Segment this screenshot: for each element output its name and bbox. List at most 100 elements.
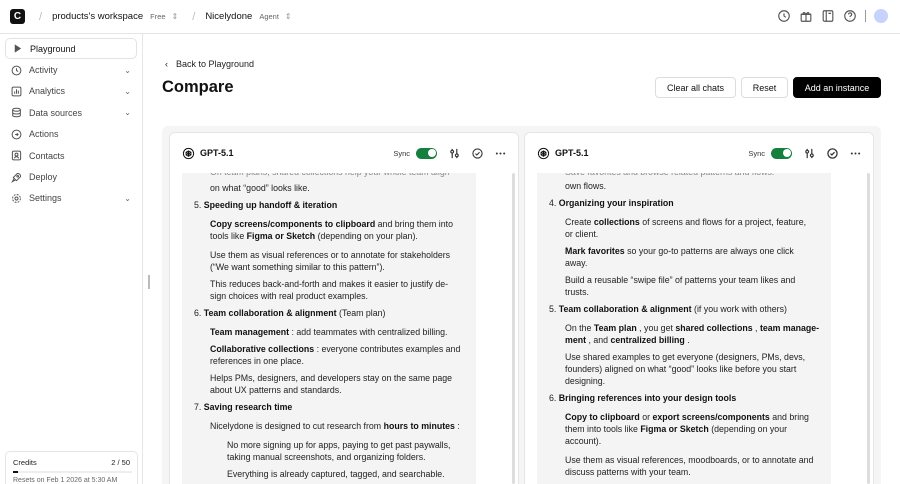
sidebar-item-label: Data sources xyxy=(29,107,83,118)
message-line: trusts. xyxy=(565,287,589,297)
message-line: Collaborative collections : everyone con… xyxy=(210,344,461,354)
panel-header: GPT-5.1 Sync xyxy=(170,133,518,173)
message-line: (“We want something similar to this patt… xyxy=(210,262,385,272)
scrollbar[interactable] xyxy=(512,173,515,484)
message-line: Use them as visual references, moodboard… xyxy=(565,455,814,465)
sidebar-item-activity[interactable]: Activity ⌄ xyxy=(5,59,137,80)
model-name[interactable]: GPT-5.1 xyxy=(555,148,589,158)
gift-icon[interactable] xyxy=(799,9,813,23)
settings-sliders-icon[interactable] xyxy=(449,148,460,159)
workspace-switcher-icon[interactable]: ⇕ xyxy=(172,12,179,21)
message-line: 6. Team collaboration & alignment (Team … xyxy=(194,308,386,318)
avatar[interactable] xyxy=(874,9,888,23)
page-title: Compare xyxy=(162,78,234,96)
message-line: Build a reusable “swipe file” of pattern… xyxy=(565,275,796,285)
workspace-plan-badge: Free xyxy=(150,12,166,21)
message-line: on what “good” looks like. xyxy=(210,183,310,193)
message-line-partial: Save favorites and browse related patter… xyxy=(565,173,774,178)
chevron-down-icon[interactable]: ⌄ xyxy=(124,108,131,117)
more-options-icon[interactable] xyxy=(495,148,506,159)
sidebar-item-contacts[interactable]: Contacts xyxy=(5,145,137,166)
breadcrumb-separator: / xyxy=(192,10,196,23)
message-line: references in one place. xyxy=(210,356,304,366)
message-line: Create collections of screens and flows … xyxy=(565,217,807,227)
workspace-name[interactable]: products's workspace xyxy=(52,11,143,22)
message-line: tools like Figma or Sketch (depending on… xyxy=(210,231,418,241)
chevron-down-icon[interactable]: ⌄ xyxy=(124,194,131,203)
project-switcher-icon[interactable]: ⇕ xyxy=(285,12,292,21)
chat-panel-1: GPT-5.1 Sync On team plans, shared colle… xyxy=(169,132,519,484)
rocket-icon xyxy=(11,172,22,183)
message-line: them into tools like Figma or Sketch (de… xyxy=(565,424,788,434)
history-icon[interactable] xyxy=(777,9,791,23)
reset-button[interactable]: Reset xyxy=(741,77,788,98)
message-line: 4. Organizing your inspiration xyxy=(549,198,674,208)
actions-icon xyxy=(11,129,22,140)
settings-sliders-icon[interactable] xyxy=(804,148,815,159)
back-link[interactable]: ‹ Back to Playground xyxy=(165,59,254,69)
message-line: own flows. xyxy=(565,181,607,191)
app-logo[interactable]: C xyxy=(10,9,25,24)
sidebar-item-actions[interactable]: Actions xyxy=(5,124,137,145)
chat-content: Save favorites and browse related patter… xyxy=(537,173,831,484)
sync-toggle[interactable] xyxy=(416,147,437,159)
project-type-badge: Agent xyxy=(259,12,279,21)
message-line: taking manual screenshots, and organizin… xyxy=(227,452,426,462)
divider xyxy=(865,10,866,22)
sync-toggle[interactable] xyxy=(771,147,792,159)
sidebar-item-analytics[interactable]: Analytics ⌄ xyxy=(5,81,137,102)
message-line: Use shared examples to get everyone (des… xyxy=(565,352,806,362)
play-icon xyxy=(12,43,23,54)
chat-content: On team plans, shared collections help y… xyxy=(182,173,476,484)
message-line: account). xyxy=(565,436,602,446)
credits-label: Credits xyxy=(13,458,37,467)
sidebar: Playground Activity ⌄ Analytics ⌄ Data source… xyxy=(0,34,143,484)
sidebar-item-settings[interactable]: Settings ⌄ xyxy=(5,188,137,209)
clear-all-chats-button[interactable]: Clear all chats xyxy=(655,77,736,98)
chevron-down-icon[interactable]: ⌄ xyxy=(124,66,131,75)
check-circle-icon[interactable] xyxy=(827,147,838,159)
credits-reset-text: Resets on Feb 1 2026 at 5:30 AM xyxy=(13,477,118,484)
breadcrumb-separator: / xyxy=(39,10,43,23)
message-line: Everything is already captured, tagged, … xyxy=(227,469,445,479)
project-name[interactable]: Nicelydone xyxy=(205,11,252,22)
compare-area: GPT-5.1 Sync On team plans, shared colle… xyxy=(162,126,881,484)
message-line: designing. xyxy=(565,376,606,386)
message-line: 5. Team collaboration & alignment (if yo… xyxy=(549,304,787,314)
credits-progress-bar xyxy=(13,471,132,473)
chat-panel-2: GPT-5.1 Sync Save favorites and browse r… xyxy=(524,132,874,484)
message-line-partial: On team plans, shared collections help y… xyxy=(210,173,450,178)
add-instance-button[interactable]: Add an instance xyxy=(793,77,881,98)
message-line: away. xyxy=(565,258,588,268)
sidebar-item-data-sources[interactable]: Data sources ⌄ xyxy=(5,102,137,123)
help-icon[interactable] xyxy=(843,9,857,23)
main-content: ‹ Back to Playground Compare Clear all c… xyxy=(143,34,900,484)
message-line: Nicelydone is designed to cut research f… xyxy=(210,421,460,431)
sidebar-item-playground[interactable]: Playground xyxy=(5,38,137,60)
chevron-down-icon[interactable]: ⌄ xyxy=(124,87,131,96)
message-line: 7. Saving research time xyxy=(194,402,293,412)
openai-icon xyxy=(537,147,550,160)
sidebar-item-label: Analytics xyxy=(29,86,66,97)
message-line: On the Team plan , you get shared collec… xyxy=(565,323,820,333)
contacts-icon xyxy=(11,150,22,161)
credits-card: Credits 2 / 50 Resets on Feb 1 2026 at 5… xyxy=(5,451,138,484)
book-icon[interactable] xyxy=(821,9,835,23)
check-circle-icon[interactable] xyxy=(472,147,483,159)
model-name[interactable]: GPT-5.1 xyxy=(200,148,234,158)
sync-control: Sync xyxy=(393,147,437,159)
credits-value: 2 / 50 xyxy=(111,458,130,467)
chart-icon xyxy=(11,86,22,97)
credits-progress-fill xyxy=(13,471,18,473)
message-line: Team management : add teammates with cen… xyxy=(210,327,448,337)
more-options-icon[interactable] xyxy=(850,148,861,159)
sidebar-item-deploy[interactable]: Deploy xyxy=(5,166,137,187)
gear-icon xyxy=(11,193,22,204)
sync-label: Sync xyxy=(393,148,410,158)
message-line: Copy to clipboard or export screens/comp… xyxy=(565,412,809,422)
message-line: about UX patterns and standards. xyxy=(210,385,342,395)
openai-icon xyxy=(182,147,195,160)
message-line: ment , and centralized billing . xyxy=(565,335,690,345)
message-line: Use them as visual references or to anno… xyxy=(210,250,451,260)
scrollbar[interactable] xyxy=(867,173,870,484)
